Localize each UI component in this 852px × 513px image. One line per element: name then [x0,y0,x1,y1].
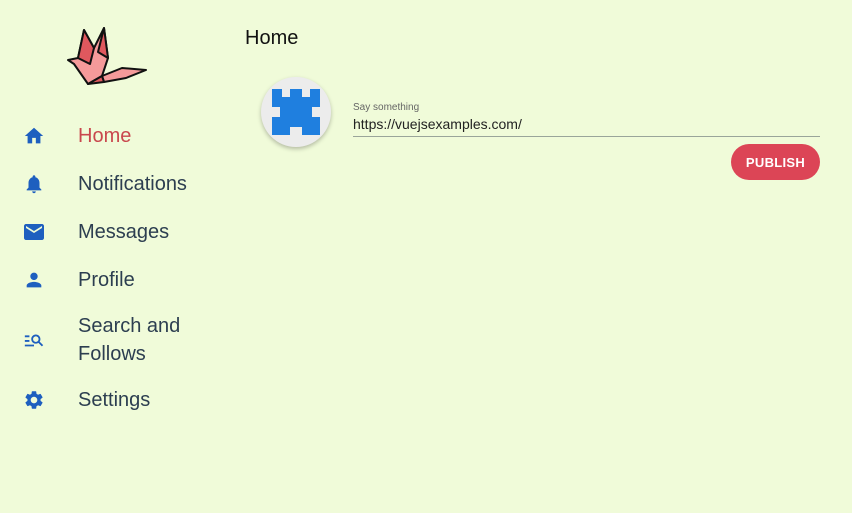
sidebar-item-messages[interactable]: Messages [0,218,220,246]
sidebar-item-label: Search and Follows [78,315,181,365]
sidebar-item-label: Settings [78,389,151,411]
sidebar-item-notifications[interactable]: Notifications [0,170,220,198]
sidebar-item-home[interactable]: Home [0,122,220,150]
post-input[interactable] [353,115,820,137]
sidebar: Home Notifications Messages Profile Sear [0,0,220,513]
post-composer: Say something [353,97,820,137]
person-icon [22,268,46,292]
sidebar-item-settings[interactable]: Settings [0,386,220,414]
sidebar-item-profile[interactable]: Profile [0,266,220,294]
sidebar-item-label: Messages [78,221,170,243]
bell-icon [22,172,46,196]
origami-crane-logo[interactable] [64,24,150,88]
composer-label: Say something [353,102,420,113]
search-list-icon [22,328,46,352]
castle-avatar-icon [272,89,320,135]
sidebar-item-label: Notifications [78,173,187,195]
page-title: Home [245,27,299,49]
app-root: Home Notifications Messages Profile Sear [0,0,852,513]
gear-icon [22,388,46,412]
home-icon [22,124,46,148]
publish-button[interactable]: PUBLISH [731,144,820,180]
sidebar-item-label: Profile [78,269,135,291]
avatar[interactable] [261,77,331,147]
sidebar-item-search-and-follows[interactable]: Search and Follows [0,312,220,368]
sidebar-item-label: Home [78,125,132,147]
mail-icon [22,220,46,244]
